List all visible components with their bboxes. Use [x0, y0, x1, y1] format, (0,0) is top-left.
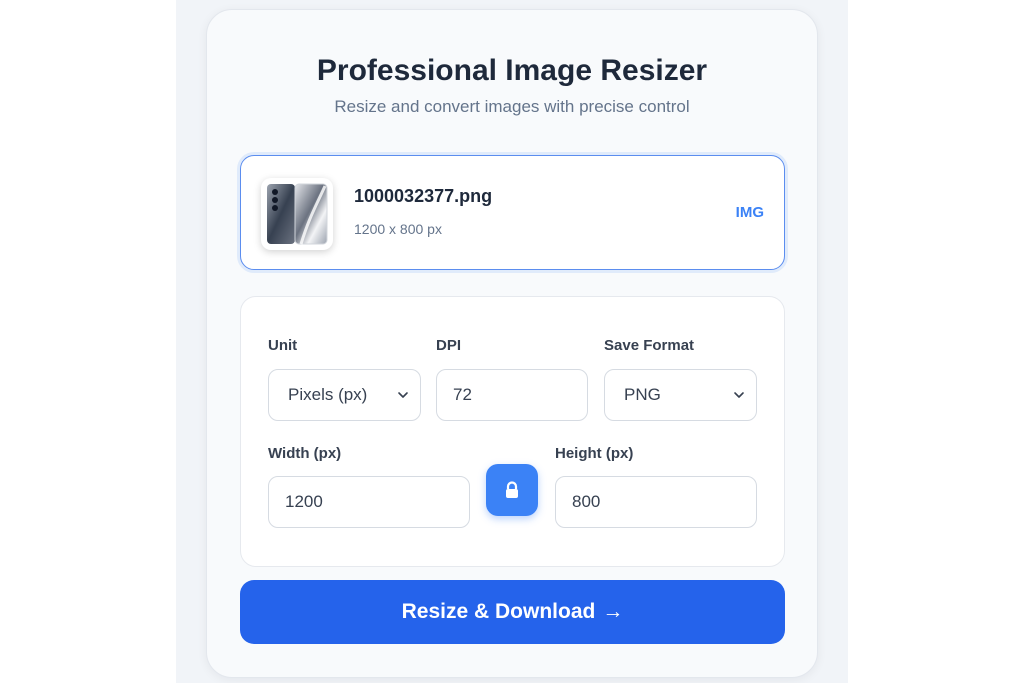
- unit-select-value: Pixels (px): [288, 385, 368, 404]
- width-input[interactable]: 1200: [268, 476, 470, 528]
- chevron-down-icon: [398, 392, 408, 398]
- width-input-value: 1200: [285, 492, 323, 511]
- resize-download-button[interactable]: Resize & Download →: [240, 580, 785, 644]
- chevron-down-icon: [734, 392, 744, 398]
- aspect-ratio-lock-button[interactable]: [486, 464, 538, 516]
- unit-label: Unit: [268, 337, 298, 354]
- dpi-input-value: 72: [453, 385, 472, 404]
- height-input[interactable]: 800: [555, 476, 757, 528]
- arrow-right-icon: →: [602, 600, 624, 623]
- unit-select[interactable]: Pixels (px): [268, 369, 421, 421]
- phone-product-thumbnail-icon: [267, 183, 328, 245]
- dpi-input[interactable]: 72: [436, 369, 588, 421]
- dpi-label: DPI: [436, 337, 462, 354]
- save-format-value: PNG: [624, 385, 661, 404]
- page-subtitle: Resize and convert images with precise c…: [334, 97, 690, 116]
- height-input-value: 800: [572, 492, 601, 511]
- width-label: Width (px): [268, 445, 342, 462]
- save-format-label: Save Format: [604, 337, 695, 354]
- lock-icon: [506, 481, 518, 498]
- file-name: 1000032377.png: [354, 186, 493, 206]
- page-title: Professional Image Resizer: [316, 54, 708, 87]
- selected-file-card[interactable]: 1000032377.png 1200 x 800 px IMG: [240, 155, 785, 270]
- file-dimensions: 1200 x 800 px: [354, 221, 442, 237]
- height-label: Height (px): [555, 445, 634, 462]
- save-format-select[interactable]: PNG: [604, 369, 757, 421]
- resizer-card: Professional Image Resizer Resize and co…: [206, 9, 818, 678]
- resize-download-label: Resize & Download: [401, 600, 596, 623]
- file-type-badge: IMG: [735, 204, 764, 221]
- file-thumbnail: [261, 178, 333, 250]
- resize-settings-panel: Unit Pixels (px) DPI 72 Save Format PNG …: [240, 296, 785, 567]
